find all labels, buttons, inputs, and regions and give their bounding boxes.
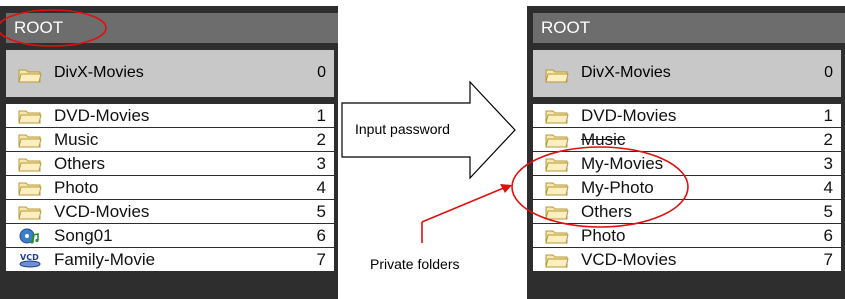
folder-icon	[545, 134, 569, 148]
item-index: 2	[823, 130, 833, 149]
list-item[interactable]: Music 2	[6, 128, 334, 151]
item-index: 4	[316, 178, 326, 197]
callout-label: Private folders	[370, 256, 460, 272]
folder-name: DVD-Movies	[581, 106, 677, 125]
folder-icon	[545, 230, 569, 244]
list-item[interactable]: VCD-Movies 5	[6, 200, 334, 223]
folder-icon	[545, 158, 569, 172]
list-item[interactable]: VCD-Movies 7	[533, 248, 841, 271]
list-item[interactable]: DVD-Movies 1	[6, 104, 334, 127]
music-disc-icon	[19, 228, 39, 244]
selected-folder-row[interactable]: DivX-Movies 0	[6, 50, 334, 97]
folder-icon	[545, 254, 569, 268]
list-item[interactable]: DVD-Movies 1	[533, 104, 841, 127]
list-item[interactable]: Photo 6	[533, 224, 841, 247]
folder-name: DVD-Movies	[54, 106, 150, 125]
right-file-browser: ROOT DivX-Movies 0 DVD-Movies 1 Music 2 …	[527, 6, 845, 299]
folder-icon	[18, 158, 42, 172]
root-header: ROOT	[6, 13, 338, 43]
folder-icon	[545, 69, 569, 83]
callout-arrowhead-icon	[500, 184, 512, 193]
item-index: 4	[823, 178, 833, 197]
root-header: ROOT	[533, 13, 845, 43]
folder-name: Photo	[54, 178, 99, 197]
item-index: 5	[823, 202, 833, 221]
folder-name: VCD-Movies	[54, 202, 150, 221]
folder-name: Photo	[581, 226, 626, 245]
list-item[interactable]: Song01 6	[6, 224, 334, 247]
list-item[interactable]: VCD Family-Movie 7	[6, 248, 334, 271]
vcd-disc-icon: VCD	[19, 253, 41, 268]
folder-list: DVD-Movies 1 Music 2 Others 3 Photo 4 VC…	[6, 104, 334, 272]
list-item[interactable]: Others 3	[6, 152, 334, 175]
folder-icon	[18, 69, 42, 83]
folder-name: Others	[581, 202, 633, 221]
file-name: Family-Movie	[54, 250, 156, 269]
folder-name: VCD-Movies	[581, 250, 677, 269]
folder-icon	[18, 110, 42, 124]
folder-name: DivX-Movies	[581, 64, 671, 81]
arrow-label: Input password	[355, 121, 450, 137]
selected-folder-row[interactable]: DivX-Movies 0	[533, 50, 841, 97]
folder-icon	[18, 206, 42, 220]
folder-name: Music	[54, 130, 99, 149]
folder-name: My-Movies	[581, 154, 664, 173]
item-index: 6	[823, 226, 833, 245]
list-item[interactable]: My-Photo 4	[533, 176, 841, 199]
callout-pointer-line	[421, 186, 507, 223]
item-index: 1	[316, 106, 326, 125]
item-index: 5	[316, 202, 326, 221]
list-item[interactable]: My-Movies 3	[533, 152, 841, 175]
folder-icon	[18, 182, 42, 196]
folder-icon	[545, 182, 569, 196]
list-item[interactable]: Photo 4	[6, 176, 334, 199]
list-item[interactable]: Others 5	[533, 200, 841, 223]
folder-name: Others	[54, 154, 106, 173]
list-item[interactable]: Music 2	[533, 128, 841, 151]
item-index: 6	[316, 226, 326, 245]
item-index: 3	[823, 154, 833, 173]
folder-name: Music	[581, 130, 626, 149]
item-index: 7	[823, 250, 833, 269]
folder-icon	[545, 110, 569, 124]
item-index: 3	[316, 154, 326, 173]
folder-name: DivX-Movies	[54, 64, 144, 81]
folder-icon	[18, 134, 42, 148]
file-name: Song01	[54, 226, 113, 245]
item-index: 1	[823, 106, 833, 125]
item-index: 2	[316, 130, 326, 149]
item-index: 7	[316, 250, 326, 269]
folder-icon	[545, 206, 569, 220]
folder-list: DVD-Movies 1 Music 2 My-Movies 3 My-Phot…	[533, 104, 841, 272]
item-index: 0	[824, 64, 833, 81]
folder-name: My-Photo	[581, 178, 654, 197]
left-file-browser: ROOT DivX-Movies 0 DVD-Movies 1 Music 2 …	[0, 6, 338, 299]
item-index: 0	[317, 64, 326, 81]
